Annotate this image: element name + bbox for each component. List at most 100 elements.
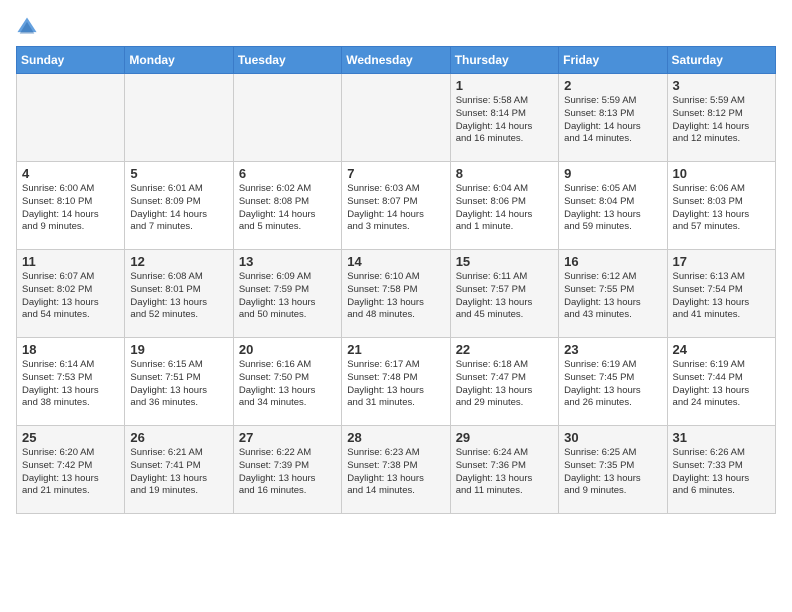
calendar-week-row: 1 Sunrise: 5:58 AM Sunset: 8:14 PM Daylig…	[17, 74, 776, 162]
calendar-cell: 22Sunrise: 6:18 AM Sunset: 7:47 PM Dayli…	[450, 338, 558, 426]
calendar-cell: 14 Sunrise: 6:10 AM Sunset: 7:58 PM Dayli…	[342, 250, 450, 338]
day-number: 30	[564, 430, 661, 445]
day-number: 9	[564, 166, 661, 181]
calendar-cell	[125, 74, 233, 162]
calendar-cell: 1 Sunrise: 5:58 AM Sunset: 8:14 PM Daylig…	[450, 74, 558, 162]
calendar-cell: 9 Sunrise: 6:05 AM Sunset: 8:04 PM Daylig…	[559, 162, 667, 250]
day-detail: Sunrise: 6:21 AM Sunset: 7:41 PM Dayligh…	[130, 447, 207, 496]
calendar-cell	[17, 74, 125, 162]
day-detail: Sunrise: 6:13 AM Sunset: 7:54 PM Dayligh…	[673, 271, 750, 320]
day-detail: Sunrise: 6:04 AM Sunset: 8:06 PM Dayligh…	[456, 183, 533, 232]
day-detail: Sunrise: 5:59 AM Sunset: 8:13 PM Dayligh…	[564, 95, 641, 144]
day-number: 12	[130, 254, 227, 269]
day-number: 11	[22, 254, 119, 269]
day-number: 3	[673, 78, 770, 93]
calendar-cell: 15 Sunrise: 6:11 AM Sunset: 7:57 PM Dayli…	[450, 250, 558, 338]
day-detail: Sunrise: 6:06 AM Sunset: 8:03 PM Dayligh…	[673, 183, 750, 232]
calendar-cell: 19 Sunrise: 6:15 AM Sunset: 7:51 PM Dayli…	[125, 338, 233, 426]
day-number: 1	[456, 78, 553, 93]
calendar-week-row: 11Sunrise: 6:07 AM Sunset: 8:02 PM Dayli…	[17, 250, 776, 338]
calendar-week-row: 4 Sunrise: 6:00 AM Sunset: 8:10 PM Daylig…	[17, 162, 776, 250]
day-of-week-header: Sunday	[17, 47, 125, 74]
day-number: 21	[347, 342, 444, 357]
day-detail: Sunrise: 6:19 AM Sunset: 7:44 PM Dayligh…	[673, 359, 750, 408]
day-of-week-header: Tuesday	[233, 47, 341, 74]
day-number: 6	[239, 166, 336, 181]
day-number: 2	[564, 78, 661, 93]
day-detail: Sunrise: 6:03 AM Sunset: 8:07 PM Dayligh…	[347, 183, 424, 232]
day-of-week-header: Monday	[125, 47, 233, 74]
calendar-cell: 4 Sunrise: 6:00 AM Sunset: 8:10 PM Daylig…	[17, 162, 125, 250]
day-number: 28	[347, 430, 444, 445]
day-number: 5	[130, 166, 227, 181]
day-number: 4	[22, 166, 119, 181]
calendar-cell: 25Sunrise: 6:20 AM Sunset: 7:42 PM Dayli…	[17, 426, 125, 514]
calendar-cell: 5 Sunrise: 6:01 AM Sunset: 8:09 PM Daylig…	[125, 162, 233, 250]
calendar-cell: 13 Sunrise: 6:09 AM Sunset: 7:59 PM Dayli…	[233, 250, 341, 338]
day-detail: Sunrise: 6:18 AM Sunset: 7:47 PM Dayligh…	[456, 359, 533, 408]
day-detail: Sunrise: 6:12 AM Sunset: 7:55 PM Dayligh…	[564, 271, 641, 320]
day-number: 14	[347, 254, 444, 269]
calendar-cell: 10 Sunrise: 6:06 AM Sunset: 8:03 PM Dayli…	[667, 162, 775, 250]
calendar-cell: 7 Sunrise: 6:03 AM Sunset: 8:07 PM Daylig…	[342, 162, 450, 250]
calendar-cell: 24 Sunrise: 6:19 AM Sunset: 7:44 PM Dayli…	[667, 338, 775, 426]
page-header	[16, 16, 776, 38]
calendar-cell: 16 Sunrise: 6:12 AM Sunset: 7:55 PM Dayli…	[559, 250, 667, 338]
day-number: 31	[673, 430, 770, 445]
calendar-cell: 28 Sunrise: 6:23 AM Sunset: 7:38 PM Dayli…	[342, 426, 450, 514]
calendar-cell: 18 Sunrise: 6:14 AM Sunset: 7:53 PM Dayli…	[17, 338, 125, 426]
day-number: 17	[673, 254, 770, 269]
day-number: 15	[456, 254, 553, 269]
day-number: 19	[130, 342, 227, 357]
day-detail: Sunrise: 6:08 AM Sunset: 8:01 PM Dayligh…	[130, 271, 207, 320]
day-number: 8	[456, 166, 553, 181]
day-detail: Sunrise: 6:02 AM Sunset: 8:08 PM Dayligh…	[239, 183, 316, 232]
day-detail: Sunrise: 6:10 AM Sunset: 7:58 PM Dayligh…	[347, 271, 424, 320]
calendar-cell	[233, 74, 341, 162]
day-detail: Sunrise: 6:05 AM Sunset: 8:04 PM Dayligh…	[564, 183, 641, 232]
calendar-cell: 21 Sunrise: 6:17 AM Sunset: 7:48 PM Dayli…	[342, 338, 450, 426]
day-detail: Sunrise: 6:09 AM Sunset: 7:59 PM Dayligh…	[239, 271, 316, 320]
day-detail: Sunrise: 6:11 AM Sunset: 7:57 PM Dayligh…	[456, 271, 533, 320]
day-number: 24	[673, 342, 770, 357]
calendar-cell: 27 Sunrise: 6:22 AM Sunset: 7:39 PM Dayli…	[233, 426, 341, 514]
day-number: 20	[239, 342, 336, 357]
day-of-week-header: Thursday	[450, 47, 558, 74]
day-detail: Sunrise: 6:14 AM Sunset: 7:53 PM Dayligh…	[22, 359, 99, 408]
header-row: SundayMondayTuesdayWednesdayThursdayFrid…	[17, 47, 776, 74]
calendar-cell: 8 Sunrise: 6:04 AM Sunset: 8:06 PM Daylig…	[450, 162, 558, 250]
logo-icon	[16, 16, 38, 38]
day-number: 7	[347, 166, 444, 181]
calendar-cell: 23Sunrise: 6:19 AM Sunset: 7:45 PM Dayli…	[559, 338, 667, 426]
calendar-body: 1 Sunrise: 5:58 AM Sunset: 8:14 PM Daylig…	[17, 74, 776, 514]
day-detail: Sunrise: 6:15 AM Sunset: 7:51 PM Dayligh…	[130, 359, 207, 408]
calendar-cell	[342, 74, 450, 162]
day-detail: Sunrise: 6:19 AM Sunset: 7:45 PM Dayligh…	[564, 359, 641, 408]
day-detail: Sunrise: 6:17 AM Sunset: 7:48 PM Dayligh…	[347, 359, 424, 408]
day-detail: Sunrise: 6:26 AM Sunset: 7:33 PM Dayligh…	[673, 447, 750, 496]
day-of-week-header: Wednesday	[342, 47, 450, 74]
day-detail: Sunrise: 6:22 AM Sunset: 7:39 PM Dayligh…	[239, 447, 316, 496]
day-detail: Sunrise: 6:00 AM Sunset: 8:10 PM Dayligh…	[22, 183, 99, 232]
calendar-cell: 26 Sunrise: 6:21 AM Sunset: 7:41 PM Dayli…	[125, 426, 233, 514]
calendar-header: SundayMondayTuesdayWednesdayThursdayFrid…	[17, 47, 776, 74]
day-number: 13	[239, 254, 336, 269]
calendar-cell: 29Sunrise: 6:24 AM Sunset: 7:36 PM Dayli…	[450, 426, 558, 514]
day-detail: Sunrise: 6:23 AM Sunset: 7:38 PM Dayligh…	[347, 447, 424, 496]
day-number: 10	[673, 166, 770, 181]
calendar-cell: 6 Sunrise: 6:02 AM Sunset: 8:08 PM Daylig…	[233, 162, 341, 250]
calendar-cell: 11Sunrise: 6:07 AM Sunset: 8:02 PM Dayli…	[17, 250, 125, 338]
day-of-week-header: Friday	[559, 47, 667, 74]
day-number: 16	[564, 254, 661, 269]
calendar-cell: 17 Sunrise: 6:13 AM Sunset: 7:54 PM Dayli…	[667, 250, 775, 338]
calendar-table: SundayMondayTuesdayWednesdayThursdayFrid…	[16, 46, 776, 514]
day-number: 25	[22, 430, 119, 445]
day-detail: Sunrise: 6:01 AM Sunset: 8:09 PM Dayligh…	[130, 183, 207, 232]
day-number: 26	[130, 430, 227, 445]
logo	[16, 16, 42, 38]
calendar-week-row: 25Sunrise: 6:20 AM Sunset: 7:42 PM Dayli…	[17, 426, 776, 514]
day-number: 18	[22, 342, 119, 357]
calendar-cell: 2 Sunrise: 5:59 AM Sunset: 8:13 PM Daylig…	[559, 74, 667, 162]
day-detail: Sunrise: 5:58 AM Sunset: 8:14 PM Dayligh…	[456, 95, 533, 144]
day-number: 27	[239, 430, 336, 445]
